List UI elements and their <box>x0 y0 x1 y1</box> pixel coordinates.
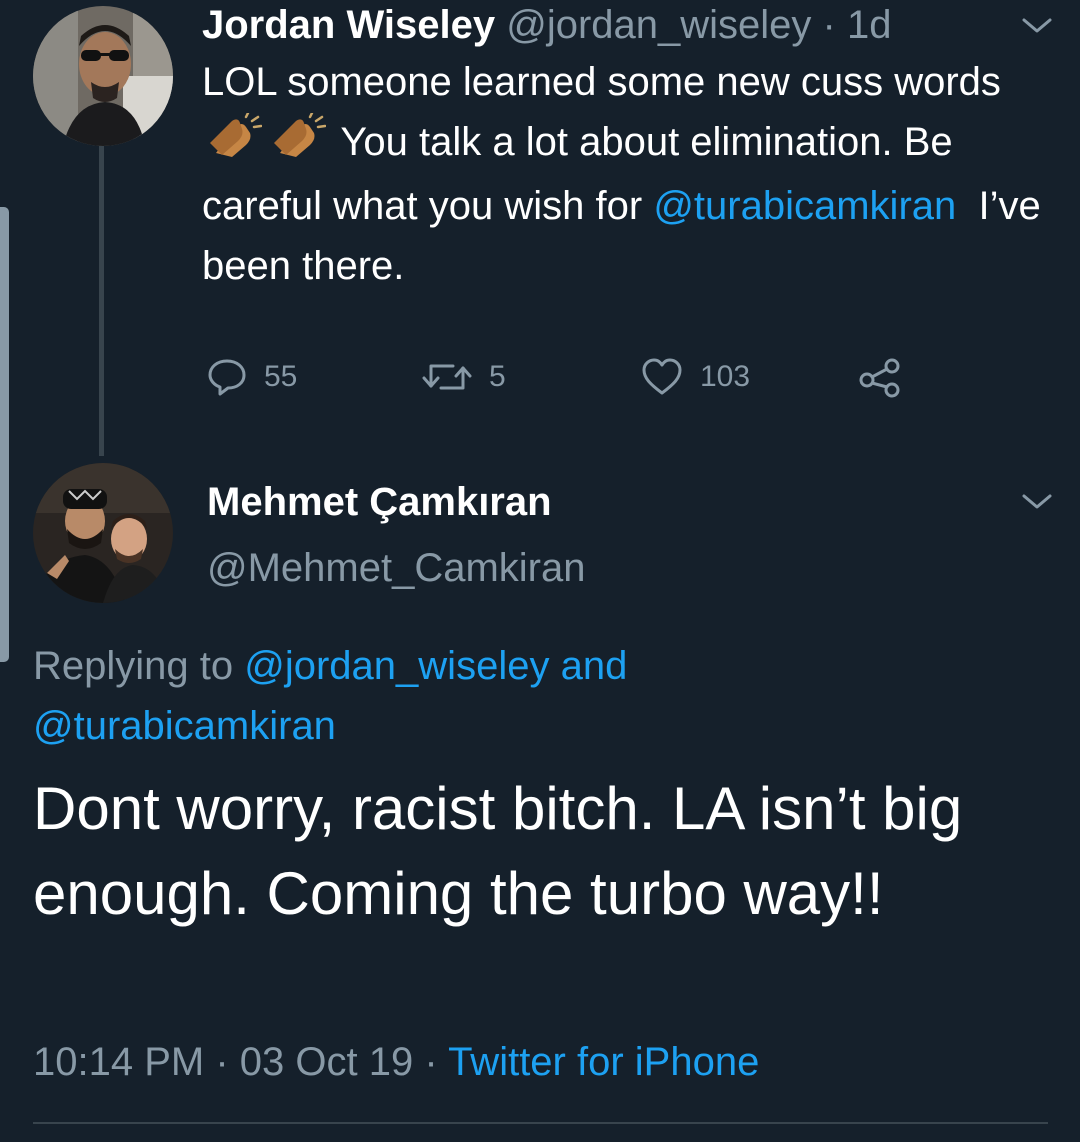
tweet2-menu-button[interactable] <box>1020 492 1054 517</box>
tweet2-date: 03 Oct 19 <box>239 1040 414 1084</box>
replying-to-prefix: Replying to <box>33 644 234 688</box>
tweet1-author-name[interactable]: Jordan Wiseley <box>202 3 495 47</box>
tweet1-mention-link[interactable]: @turabicamkiran <box>653 184 956 228</box>
tweet2-meta: 10:14 PM · 03 Oct 19 · Twitter for iPhon… <box>33 1037 759 1087</box>
tweet2-separator-2: · <box>424 1040 438 1084</box>
tweet2-author-name[interactable]: Mehmet Çamkıran <box>207 478 552 526</box>
replying-mention-jordan[interactable]: @jordan_wiseley <box>244 644 549 688</box>
tweet2-time: 10:14 PM <box>33 1040 205 1084</box>
chevron-down-icon <box>1022 494 1052 509</box>
retweet-count: 5 <box>489 360 506 393</box>
scroll-indicator[interactable] <box>0 207 9 662</box>
reply-icon <box>208 359 246 396</box>
tweet1-text: LOL someone learned some new cuss words … <box>202 52 1042 296</box>
tweet1-separator: · <box>822 3 836 47</box>
chevron-down-icon <box>1022 18 1052 33</box>
tweet1-time-ago[interactable]: 1d <box>847 3 892 47</box>
replying-and: and <box>560 644 628 688</box>
mehmet-avatar[interactable] <box>33 463 173 603</box>
tweet1-menu-button[interactable] <box>1020 16 1054 41</box>
like-count: 103 <box>700 360 751 393</box>
share-icon <box>859 358 900 398</box>
share-button[interactable] <box>858 355 918 399</box>
reply-button[interactable]: 55 <box>206 355 297 399</box>
clapping-hands-icon <box>206 111 263 176</box>
tweet2-separator: · <box>215 1040 229 1084</box>
divider <box>33 1122 1048 1124</box>
like-button[interactable]: 103 <box>640 355 750 399</box>
tweet1-header: Jordan Wiseley @jordan_wiseley · 1d <box>202 2 892 48</box>
clapping-hands-icon <box>270 111 327 176</box>
thread-line <box>99 146 104 456</box>
tweet2-source-link[interactable]: Twitter for iPhone <box>448 1040 759 1084</box>
tweet2-author-handle[interactable]: @Mehmet_Camkiran <box>207 544 586 592</box>
replying-to: Replying to @jordan_wiseley and @turabic… <box>33 636 1033 756</box>
jordan-avatar[interactable] <box>33 6 173 146</box>
retweet-icon <box>422 364 472 390</box>
reply-count: 55 <box>264 360 298 393</box>
retweet-button[interactable]: 5 <box>421 355 506 399</box>
replying-mention-turabi[interactable]: @turabicamkiran <box>33 704 336 748</box>
tweet1-author-handle[interactable]: @jordan_wiseley <box>506 3 811 47</box>
tweet2-text: Dont worry, racist bitch. LA isn’t big e… <box>33 775 963 927</box>
tweet1-text-part1: LOL someone learned some new cuss words <box>202 60 1001 104</box>
heart-icon <box>642 358 682 395</box>
